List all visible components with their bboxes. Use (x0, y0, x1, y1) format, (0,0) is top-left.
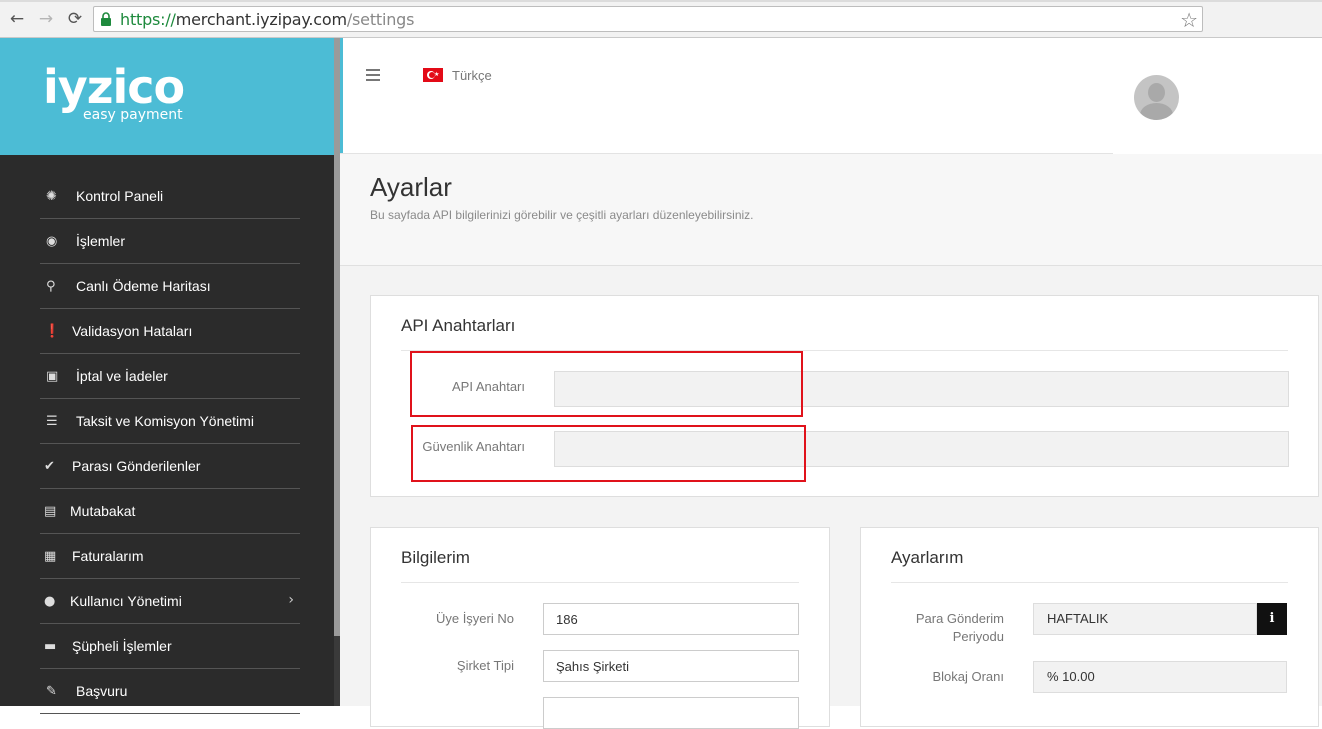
lock-icon (101, 12, 111, 26)
sidebar-item-label: Mutabakat (70, 503, 136, 519)
language-selector[interactable]: Türkçe (452, 68, 492, 83)
brand-logo: iyzico (43, 60, 185, 114)
check-icon: ✔ (44, 458, 55, 474)
sidebar-item-parasi-gonderilenler[interactable]: ✔ Parası Gönderilenler (40, 444, 300, 489)
address-bar[interactable]: https://merchant.iyzipay.com/settings ☆ (93, 6, 1203, 32)
merchant-no-field[interactable]: 186 (543, 603, 799, 635)
api-keys-title: API Anahtarları (401, 316, 516, 335)
highlight-box-api-key (410, 351, 803, 417)
url-text: https://merchant.iyzipay.com/settings (120, 10, 414, 29)
sidebar-item-label: İptal ve İadeler (76, 368, 168, 384)
logo-area[interactable]: iyzico easy payment (0, 38, 334, 155)
sidebar-item-mutabakat[interactable]: ▤ Mutabakat (40, 489, 300, 534)
sidebar-item-label: Başvuru (76, 683, 128, 699)
header-accent (340, 38, 343, 154)
sidebar-item-label: Parası Gönderilenler (72, 458, 201, 474)
user-icon: ● (44, 593, 56, 609)
sidebar-menu: ✺ Kontrol Paneli ◉ İşlemler ⚲ Canlı Ödeme H… (40, 174, 300, 714)
main-content: ★ Türkçe Ayarlar Bu sayfada API bilgiler… (340, 38, 1322, 729)
sidebar-item-label: Taksit ve Komisyon Yönetimi (76, 413, 254, 429)
block-rate-label: Blokaj Oranı (932, 669, 1004, 684)
sidebar-item-kontrol-paneli[interactable]: ✺ Kontrol Paneli (40, 174, 300, 219)
url-path: /settings (346, 10, 415, 29)
sidebar-item-label: Kullanıcı Yönetimi (70, 593, 182, 609)
url-host: merchant.iyzipay.com (175, 10, 347, 29)
block-rate-field[interactable]: % 10.00 (1033, 661, 1287, 693)
menu-toggle-icon[interactable] (366, 69, 380, 84)
briefcase-icon: ▦ (44, 548, 57, 564)
sidebar-item-label: Validasyon Hataları (72, 323, 193, 339)
sidebar-item-basvuru[interactable]: ✎ Başvuru (40, 669, 300, 714)
dashboard-icon: ✺ (46, 188, 57, 204)
page-header: Ayarlar Bu sayfada API bilgilerinizi gör… (340, 154, 1322, 266)
sidebar-item-taksit-ve-komisyon[interactable]: ☰ Taksit ve Komisyon Yönetimi (40, 399, 300, 444)
sidebar-item-label: İşlemler (76, 233, 126, 249)
merchant-no-label: Üye İşyeri No (435, 611, 514, 626)
company-type-label: Şirket Tipi (456, 658, 514, 673)
tab-strip-edge (0, 0, 1322, 2)
info-button[interactable]: i (1257, 603, 1287, 635)
panel-divider (401, 582, 799, 583)
excel-file-icon: ▤ (44, 503, 57, 519)
highlight-box-security-key (411, 425, 806, 482)
chevron-right-icon: › (288, 592, 294, 608)
sliders-icon: ☰ (46, 413, 58, 429)
payout-label-line2: Periyodu (952, 629, 1004, 644)
sidebar-item-label: Canlı Ödeme Haritası (76, 278, 211, 294)
my-info-panel: Bilgilerim Üye İşyeri No 186 Şirket Tipi… (370, 527, 830, 729)
eye-icon: ◉ (46, 233, 58, 249)
wallet-icon: ▣ (46, 368, 59, 384)
tr-flag-icon[interactable]: ★ (423, 68, 443, 82)
panel-divider (891, 582, 1288, 583)
truck-icon: ▬ (44, 638, 57, 654)
forward-icon[interactable]: → (36, 9, 56, 29)
pencil-icon: ✎ (46, 683, 57, 699)
alert-icon: ❗ (44, 323, 61, 339)
back-icon[interactable]: ← (7, 9, 27, 29)
reload-icon[interactable]: ⟳ (65, 9, 85, 29)
next-field[interactable] (543, 697, 799, 729)
url-scheme: https:// (120, 10, 176, 29)
bookmark-star-icon[interactable]: ☆ (1180, 8, 1198, 32)
sidebar-item-label: Kontrol Paneli (76, 188, 164, 204)
sidebar-item-label: Şüpheli İşlemler (72, 638, 172, 654)
page-title: Ayarlar (370, 172, 452, 202)
sidebar-item-label: Faturalarım (72, 548, 144, 564)
brand-tagline: easy payment (83, 107, 183, 123)
payout-label-line1: Para Gönderim (915, 611, 1004, 626)
company-type-field[interactable]: Şahıs Şirketi (543, 650, 799, 682)
payout-period-label: Para Gönderim Periyodu (891, 610, 1004, 646)
sidebar-item-validasyon-hatalari[interactable]: ❗ Validasyon Hataları (40, 309, 300, 354)
sidebar-item-islemler[interactable]: ◉ İşlemler (40, 219, 300, 264)
sidebar-item-supheli-islemler[interactable]: ▬ Şüpheli İşlemler (40, 624, 300, 669)
my-info-title: Bilgilerim (401, 548, 470, 567)
payout-period-field[interactable]: HAFTALIK (1033, 603, 1257, 635)
sidebar-item-faturalarim[interactable]: ▦ Faturalarım (40, 534, 300, 579)
sidebar: iyzico easy payment ✺ Kontrol Paneli ◉ İşl… (0, 38, 340, 714)
avatar[interactable] (1134, 75, 1179, 120)
page-subtitle: Bu sayfada API bilgilerinizi görebilir v… (370, 208, 754, 222)
sidebar-item-iptal-ve-iadeler[interactable]: ▣ İptal ve İadeler (40, 354, 300, 399)
sidebar-item-kullanici-yonetimi[interactable]: ● Kullanıcı Yönetimi › (40, 579, 300, 624)
browser-toolbar: ← → ⟳ https://merchant.iyzipay.com/setti… (0, 0, 1322, 38)
top-header: ★ Türkçe (340, 38, 1322, 154)
my-settings-panel: Ayarlarım Para Gönderim Periyodu HAFTALIK… (860, 527, 1319, 727)
map-pin-icon: ⚲ (46, 278, 56, 294)
sidebar-item-canli-odeme-haritasi[interactable]: ⚲ Canlı Ödeme Haritası (40, 264, 300, 309)
my-settings-title: Ayarlarım (891, 548, 964, 567)
